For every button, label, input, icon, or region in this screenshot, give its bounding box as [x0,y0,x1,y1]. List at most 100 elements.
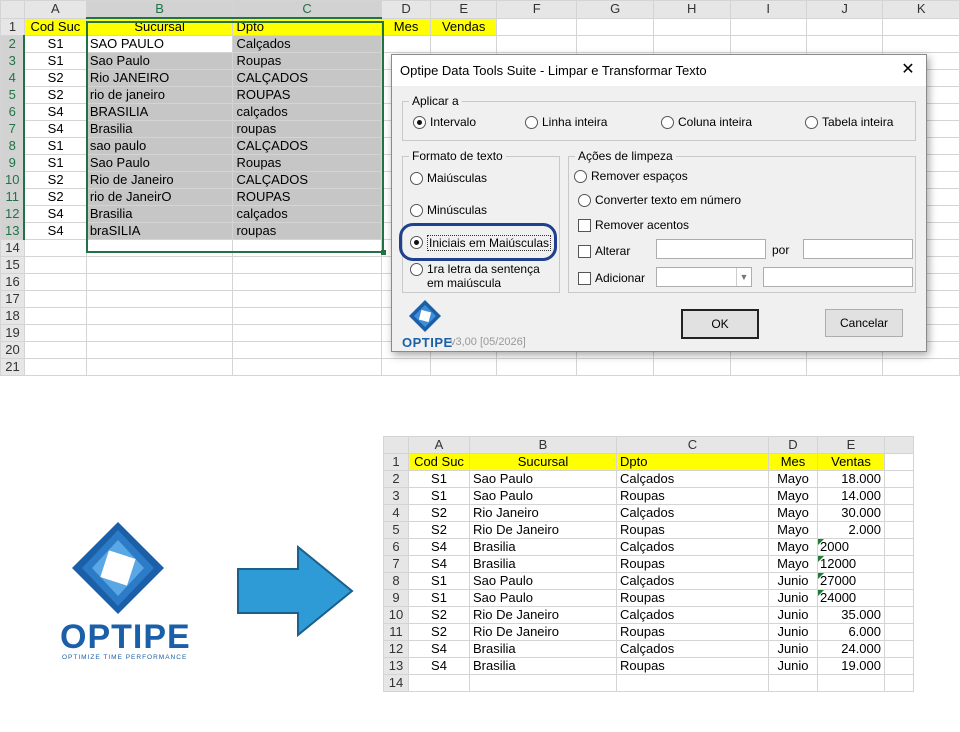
table-cell[interactable] [805,358,884,376]
table-cell[interactable]: S2 [408,623,470,641]
table-cell[interactable]: ROUPAS [232,188,382,206]
table-cell[interactable]: Rio Janeiro [469,504,617,522]
row-header[interactable]: 14 [383,674,409,692]
column-header-f[interactable]: F [495,0,578,19]
table-cell[interactable] [884,555,914,573]
table-cell[interactable] [232,273,382,291]
table-cell[interactable]: S2 [408,606,470,624]
table-cell[interactable] [884,640,914,658]
table-cell[interactable]: 6.000 [817,623,885,641]
table-cell[interactable]: Roupas [616,623,769,641]
table-cell[interactable]: S2 [408,504,470,522]
table-cell[interactable]: Mayo [768,504,818,522]
table-cell[interactable] [23,256,87,274]
table-cell[interactable]: Calçados [616,504,769,522]
table-cell[interactable] [232,290,382,308]
table-cell[interactable]: S4 [23,205,87,223]
remove-spaces-option[interactable]: Remover espaços [574,169,688,183]
table-cell[interactable] [652,17,731,36]
table-cell[interactable]: Rio De Janeiro [469,606,617,624]
scope-option-tabela[interactable]: Tabela inteira [805,115,893,129]
table-cell[interactable]: Calçados [616,538,769,556]
table-cell[interactable] [23,358,87,376]
table-cell[interactable]: S1 [408,572,470,590]
table-cell[interactable]: 19.000 [817,657,885,675]
table-cell[interactable]: Rio de Janeiro [85,171,234,189]
row-header[interactable]: 13 [0,222,26,240]
table-cell[interactable]: Sao Paulo [469,470,617,488]
row-header[interactable]: 9 [383,589,409,607]
table-cell[interactable]: ROUPAS [232,86,382,104]
table-cell[interactable]: rio de JaneirO [85,188,234,206]
row-header[interactable]: 3 [383,487,409,505]
table-cell[interactable]: S4 [23,103,87,121]
table-cell[interactable] [576,358,654,376]
table-cell[interactable]: Junio [768,623,818,641]
table-cell[interactable]: S1 [23,154,87,172]
select-all-corner[interactable] [383,436,409,454]
chevron-down-icon[interactable]: ▼ [736,268,751,286]
table-cell[interactable] [882,17,960,36]
table-cell[interactable]: Junio [768,589,818,607]
table-cell[interactable] [23,307,87,325]
dialog-title-bar[interactable]: Optipe Data Tools Suite - Limpar e Trans… [392,55,926,86]
table-cell[interactable]: Rio De Janeiro [469,623,617,641]
row-header[interactable]: 15 [0,256,25,274]
row-header[interactable]: 10 [383,606,409,624]
table-cell[interactable]: roupas [232,222,382,240]
remove-accents-checkbox[interactable]: Remover acentos [578,218,689,232]
table-cell[interactable]: S1 [23,35,87,53]
row-header[interactable]: 5 [0,86,26,104]
table-cell[interactable] [23,239,87,257]
table-cell[interactable]: 27000 [817,572,885,590]
column-header-e[interactable]: E [817,436,885,454]
column-header-a[interactable]: A [23,0,87,19]
scope-option-coluna[interactable]: Coluna inteira [661,115,752,129]
format-option-uppercase[interactable]: Maiúsculas [410,171,487,185]
table-cell[interactable]: Brasilia [469,657,617,675]
table-cell[interactable] [23,324,87,342]
column-header-e[interactable]: E [430,0,497,19]
fill-handle[interactable] [381,250,386,255]
select-all-corner[interactable] [0,0,25,19]
table-cell[interactable] [884,674,914,692]
table-cell[interactable]: S1 [408,470,470,488]
table-cell[interactable]: Sao Paulo [85,52,234,70]
table-cell[interactable]: Brasilia [469,538,617,556]
row-header[interactable]: 4 [0,69,26,87]
close-icon[interactable]: ✕ [898,60,918,80]
column-header-i[interactable]: I [729,0,807,19]
column-header-j[interactable]: J [805,0,884,19]
table-cell[interactable] [85,273,234,291]
table-cell[interactable]: Rio JANEIRO [85,69,234,87]
replace-to-input[interactable] [803,239,913,259]
table-cell[interactable]: 24000 [817,589,885,607]
table-cell[interactable]: S1 [408,487,470,505]
row-header[interactable]: 12 [0,205,26,223]
column-header-g[interactable]: G [576,0,654,19]
table-cell[interactable] [380,35,432,53]
table-cell[interactable]: Calçados [616,640,769,658]
table-cell[interactable]: 30.000 [817,504,885,522]
table-cell[interactable]: calçados [232,103,382,121]
table-cell[interactable]: Brasilia [469,555,617,573]
table-cell[interactable]: S4 [408,657,470,675]
row-header[interactable]: 21 [0,358,25,376]
table-cell[interactable] [884,623,914,641]
header-cell[interactable]: Cod Suc [408,453,470,471]
table-cell[interactable] [85,307,234,325]
table-cell[interactable]: 14.000 [817,487,885,505]
row-header[interactable]: 7 [0,120,26,138]
table-cell[interactable] [232,307,382,325]
table-cell[interactable]: S2 [23,86,87,104]
table-cell[interactable]: S1 [408,589,470,607]
table-cell[interactable]: Sao Paulo [469,572,617,590]
row-header[interactable]: 6 [0,103,26,121]
header-cell[interactable]: Sucursal [469,453,617,471]
table-cell[interactable] [85,341,234,359]
table-cell[interactable]: Roupas [616,555,769,573]
row-header[interactable]: 11 [383,623,409,641]
table-cell[interactable] [430,35,497,53]
ok-button[interactable]: OK [681,309,759,339]
table-cell[interactable]: Roupas [232,154,382,172]
